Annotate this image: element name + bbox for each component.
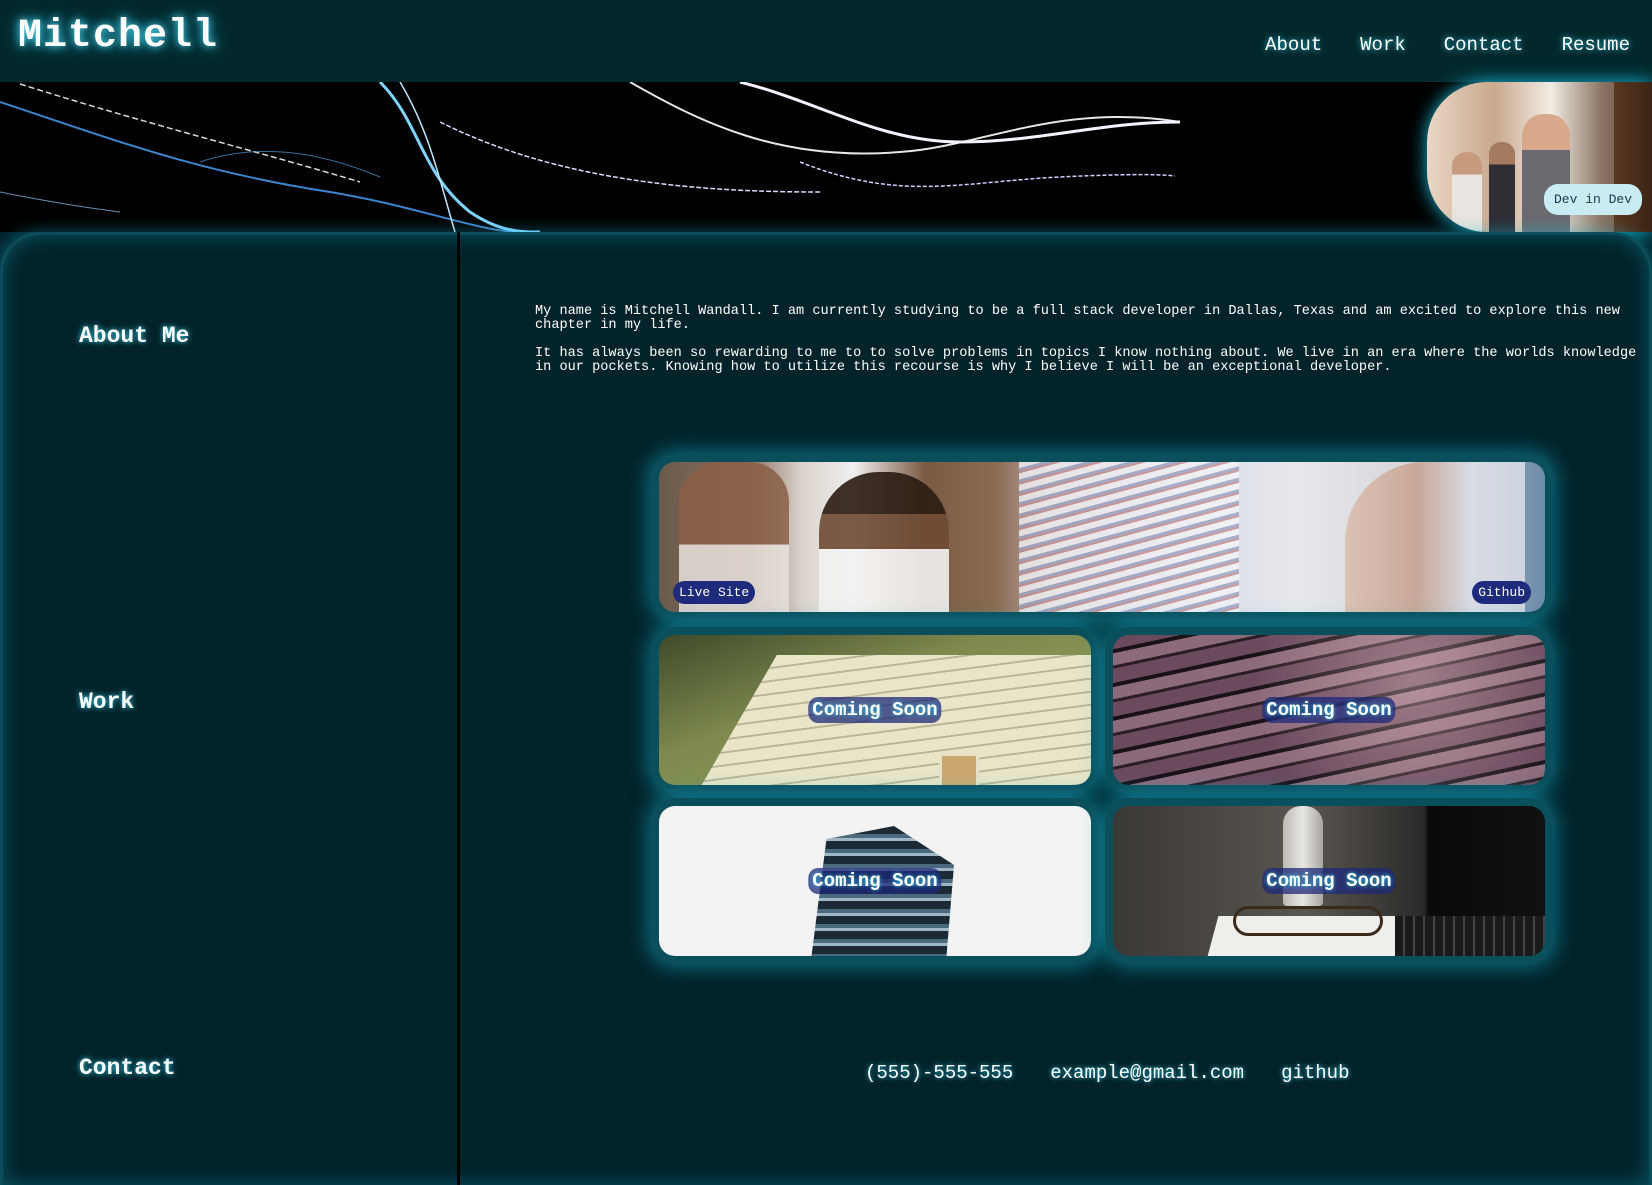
featured-project-card[interactable]: Live Site Github: [659, 462, 1545, 612]
main-nav: About Work Contact Resume: [1265, 34, 1630, 56]
project-card[interactable]: Coming Soon: [1113, 635, 1545, 785]
nav-resume-link[interactable]: Resume: [1562, 34, 1630, 56]
nav-contact-link[interactable]: Contact: [1444, 34, 1524, 56]
dev-badge: Dev in Dev: [1543, 184, 1642, 215]
github-link[interactable]: github: [1281, 1062, 1349, 1084]
live-site-button[interactable]: Live Site: [673, 581, 756, 604]
about-section: My name is Mitchell Wandall. I am curren…: [535, 305, 1645, 389]
nav-about-link[interactable]: About: [1265, 34, 1322, 56]
sidebar-item-work[interactable]: Work: [79, 689, 134, 715]
coming-soon-label: Coming Soon: [1262, 697, 1396, 723]
light-streaks-image: [0, 82, 1181, 232]
brand-logo[interactable]: Mitchell: [18, 14, 218, 59]
project-card[interactable]: Coming Soon: [659, 806, 1091, 956]
sidebar-item-contact[interactable]: Contact: [79, 1055, 176, 1081]
coming-soon-label: Coming Soon: [1262, 868, 1396, 894]
coming-soon-label: Coming Soon: [808, 868, 942, 894]
sidebar-divider: [457, 232, 460, 1185]
email-link[interactable]: example@gmail.com: [1050, 1062, 1244, 1084]
nav-work-link[interactable]: Work: [1360, 34, 1406, 56]
sidebar-item-about-me[interactable]: About Me: [79, 323, 189, 349]
project-card[interactable]: Coming Soon: [659, 635, 1091, 785]
about-paragraph: It has always been so rewarding to me to…: [535, 346, 1637, 375]
project-card[interactable]: Coming Soon: [1113, 806, 1545, 956]
github-button[interactable]: Github: [1472, 581, 1531, 604]
coming-soon-label: Coming Soon: [808, 697, 942, 723]
phone-link[interactable]: (555)-555-555: [865, 1062, 1013, 1084]
top-navbar: Mitchell About Work Contact Resume: [0, 0, 1652, 82]
hero-banner: [0, 82, 1652, 232]
about-paragraph: My name is Mitchell Wandall. I am curren…: [535, 304, 1620, 333]
contact-footer: (555)-555-555 example@gmail.com github: [865, 1062, 1350, 1084]
